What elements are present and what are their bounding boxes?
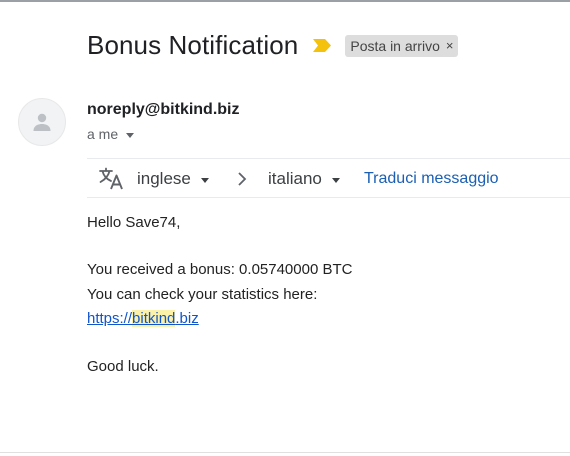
target-language-dropdown[interactable]: italiano <box>268 169 340 189</box>
inbox-label-chip[interactable]: Posta in arrivo × <box>345 34 459 57</box>
email-subject: Bonus Notification <box>87 30 299 60</box>
chevron-down-icon <box>200 177 209 183</box>
greeting-text: Hello Save74, <box>87 214 181 231</box>
statistics-text: You can check your statistics here: <box>87 286 318 303</box>
statistics-link-row: https://bitkind.biz <box>87 307 199 331</box>
target-language-label: italiano <box>268 169 322 188</box>
source-language-label: inglese <box>137 169 191 188</box>
link-suffix: .biz <box>175 310 199 327</box>
top-divider <box>0 0 570 2</box>
closing-text: Good luck. <box>87 358 159 375</box>
recipient-label: a me <box>87 126 119 142</box>
chevron-down-icon[interactable] <box>126 132 135 138</box>
importance-marker-icon[interactable] <box>313 39 332 52</box>
link-highlighted-domain: bitkind <box>132 310 176 327</box>
subject-row: Bonus Notification Posta in arrivo × <box>87 30 459 61</box>
translate-message-link[interactable]: Traduci messaggio <box>364 170 499 188</box>
inbox-label-text: Posta in arrivo <box>350 37 440 54</box>
remove-label-icon[interactable]: × <box>446 38 454 53</box>
recipient-details-toggle[interactable]: a me <box>87 126 135 142</box>
translate-bar: inglese italiano Traduci messaggio <box>87 158 570 198</box>
person-icon <box>33 113 51 131</box>
link-prefix: https:// <box>87 310 133 327</box>
avatar[interactable] <box>18 98 66 146</box>
chevron-right-icon <box>235 171 249 187</box>
translate-icon <box>99 167 125 191</box>
sender-address[interactable]: noreply@bitkind.biz <box>87 101 240 119</box>
source-language-dropdown[interactable]: inglese <box>137 169 209 189</box>
bonus-text: You received a bonus: 0.05740000 BTC <box>87 261 353 278</box>
chevron-down-icon <box>331 177 340 183</box>
statistics-link[interactable]: https://bitkind.biz <box>87 310 199 327</box>
bottom-divider <box>0 452 570 453</box>
